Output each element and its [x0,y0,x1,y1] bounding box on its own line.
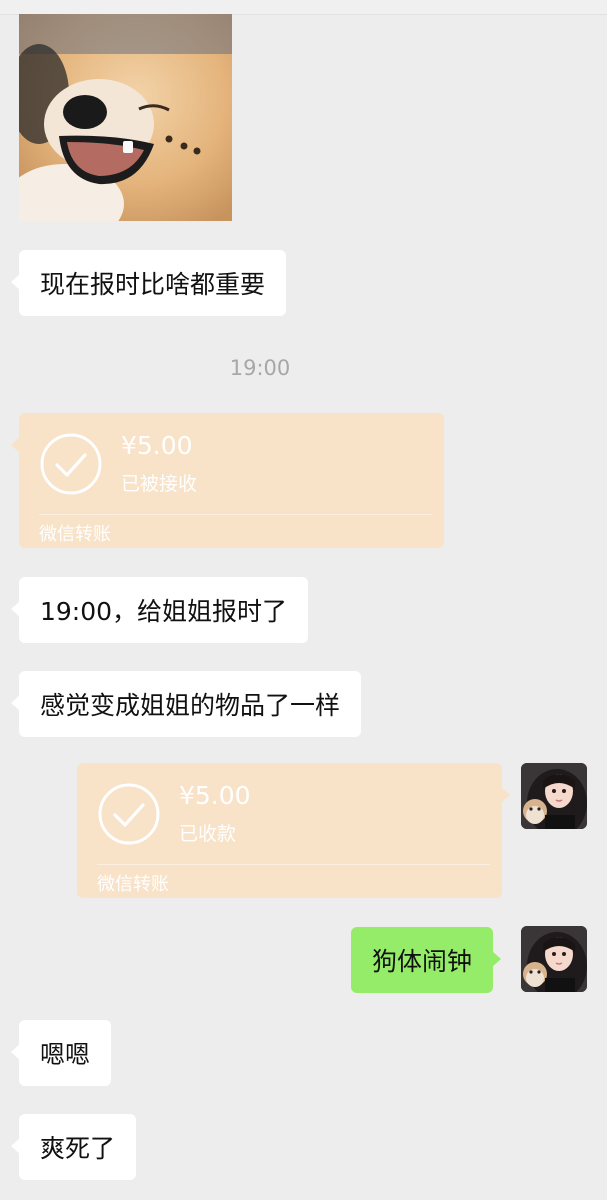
message-bubble-received[interactable]: 嗯嗯 [10,1020,112,1086]
transfer-amount: ¥5.00 [179,781,251,810]
time-divider: 19:00 [229,356,291,380]
message-text: 19:00，给姐姐报时了 [40,597,288,626]
message-text: 现在报时比啥都重要 [40,270,266,299]
transfer-amount: ¥5.00 [121,431,193,460]
check-circle-icon [40,433,102,495]
transfer-footer: 微信转账 [39,524,111,545]
message-bubble-received[interactable]: 感觉变成姐姐的物品了一样 [10,671,362,737]
top-edge [0,0,607,15]
shiba-sticker-image[interactable] [19,14,232,221]
transfer-status: 已被接收 [121,473,198,495]
user-avatar[interactable] [521,926,587,992]
transfer-footer: 微信转账 [97,874,169,895]
message-bubble-received[interactable]: 现在报时比啥都重要 [10,250,287,316]
message-text: 嗯嗯 [40,1040,91,1069]
user-avatar[interactable] [521,763,587,829]
message-text: 狗体闹钟 [372,947,473,976]
transfer-card-sent[interactable]: ¥5.00 已收款 微信转账 [77,763,510,898]
transfer-card-received[interactable]: ¥5.00 已被接收 微信转账 [11,413,444,548]
transfer-divider [39,514,432,515]
message-bubble-sent[interactable]: 狗体闹钟 [351,927,502,993]
message-text: 感觉变成姐姐的物品了一样 [40,691,341,720]
check-circle-icon [98,783,160,845]
message-text: 爽死了 [40,1134,116,1163]
transfer-status: 已收款 [179,823,237,845]
message-bubble-received[interactable]: 19:00，给姐姐报时了 [10,577,309,643]
transfer-divider [97,864,490,865]
message-bubble-received[interactable]: 爽死了 [10,1114,137,1180]
